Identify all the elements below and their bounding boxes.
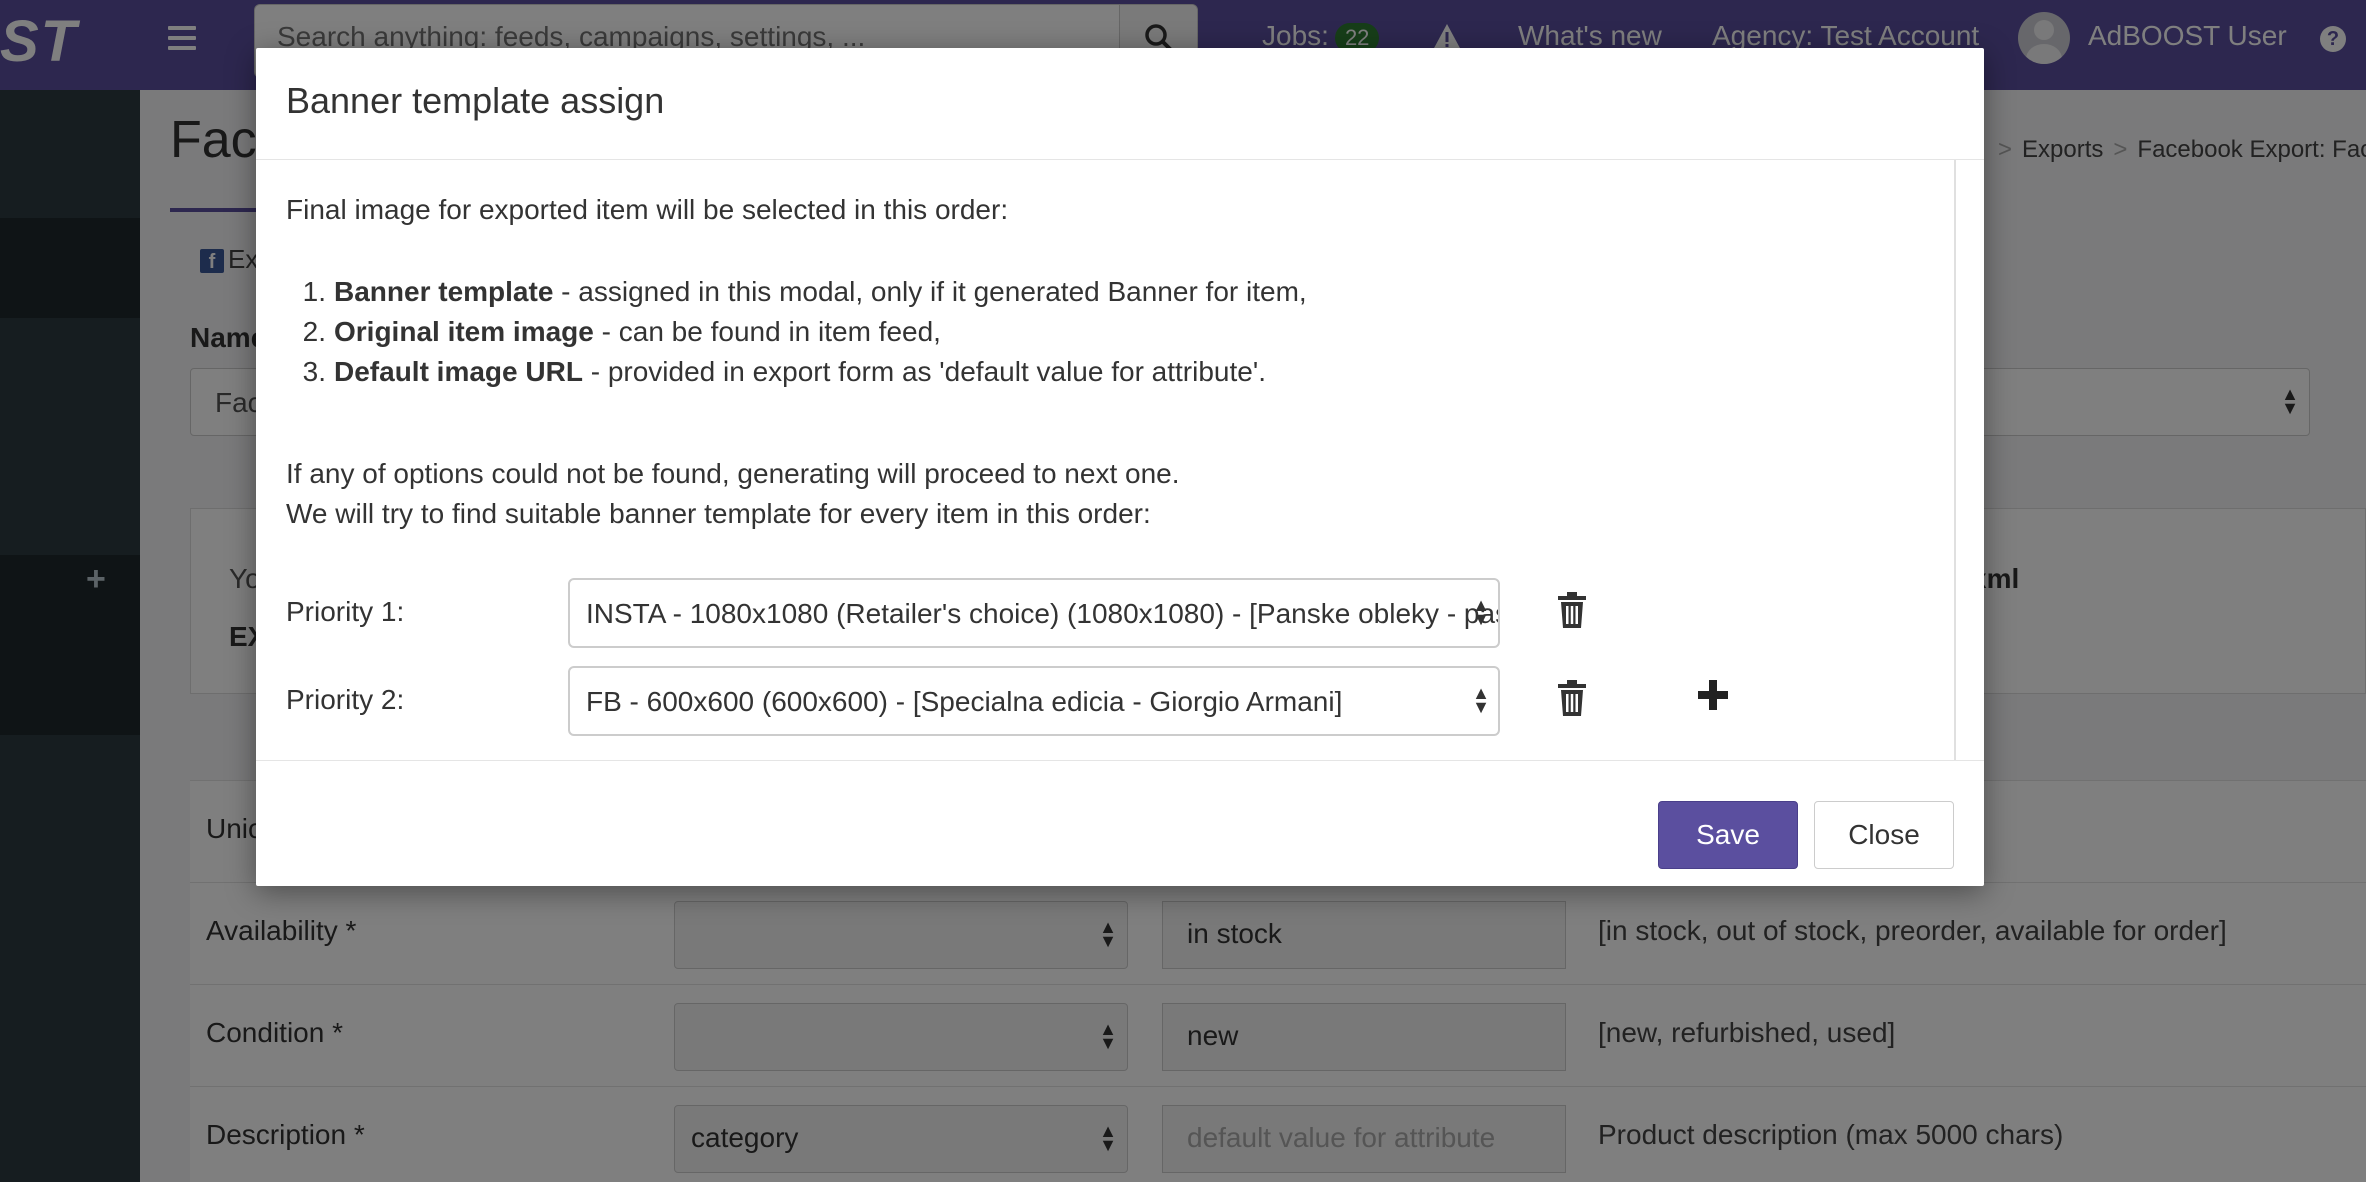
list-item: 3. Default image URL - provided in export… [286,352,1886,392]
list-item-title: Original item image [334,316,594,347]
modal-footer: Save Close [256,760,1984,886]
priority-note: We will try to find suitable banner temp… [286,498,1151,529]
close-button[interactable]: Close [1814,801,1954,869]
priority-label: Priority 2: [286,684,405,715]
modal-title: Banner template assign [286,80,665,121]
priority-row: Priority 2: FB - 600x600 (600x600) - [Sp… [286,666,1926,736]
modal-body: Final image for exported item will be se… [256,160,1954,760]
priority-row: Priority 1: INSTA - 1080x1080 (Retailer'… [286,578,1926,648]
list-item-title: Banner template [334,276,554,307]
list-item: 1. Banner template - assigned in this mod… [286,272,1886,312]
fallback-note: If any of options could not be found, ge… [286,458,1180,489]
modal-scrollbar[interactable] [1954,160,1984,760]
trash-icon[interactable] [1558,680,1586,716]
save-button[interactable]: Save [1658,801,1798,869]
priority-2-select[interactable]: FB - 600x600 (600x600) - [Specialna edic… [568,666,1500,736]
select-arrows-icon: ▲▼ [1472,683,1490,717]
list-item-desc: - can be found in item feed, [593,316,941,347]
priority-label: Priority 1: [286,596,405,627]
add-priority-icon[interactable] [1698,680,1728,710]
priority-select-value: FB - 600x600 (600x600) - [Specialna edic… [586,686,1343,717]
priority-select-value: INSTA - 1080x1080 (Retailer's choice) (1… [586,598,1500,629]
modal-intro-text: Final image for exported item will be se… [286,194,1009,225]
list-number: 3. [302,356,326,387]
priority-1-select[interactable]: INSTA - 1080x1080 (Retailer's choice) (1… [568,578,1500,648]
select-arrows-icon: ▲▼ [1472,595,1490,629]
banner-template-modal: Banner template assign Final image for e… [256,48,1984,886]
list-number: 2. [302,316,326,347]
list-item: 2. Original item image - can be found in … [286,312,1886,352]
list-number: 1. [302,276,326,307]
image-order-list: 1. Banner template - assigned in this mod… [286,272,1886,392]
trash-icon[interactable] [1558,592,1586,628]
list-item-desc: - provided in export form as 'default va… [582,356,1266,387]
list-item-desc: - assigned in this modal, only if it gen… [553,276,1307,307]
list-item-title: Default image URL [334,356,583,387]
modal-header: Banner template assign [256,48,1984,160]
